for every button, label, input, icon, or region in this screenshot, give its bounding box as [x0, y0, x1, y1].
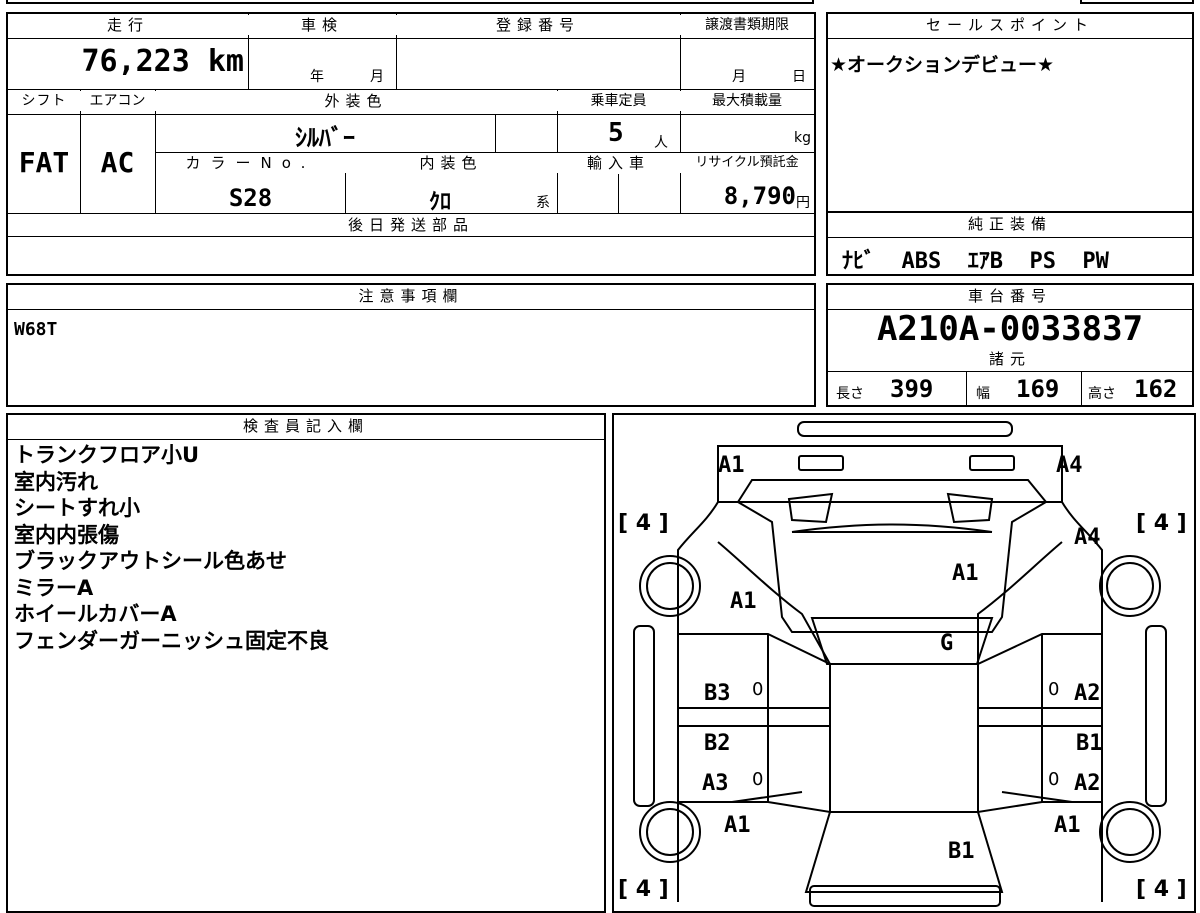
transfer-month-unit: 月	[732, 69, 746, 85]
zero-mark: 0	[1048, 679, 1060, 700]
inspector-notes: トランクフロア小U 室内汚れ シートすれ小 室内内張傷 ブラックアウトシール色あ…	[14, 442, 329, 654]
sales-point-label: セールスポイント	[828, 15, 1192, 35]
notes-box: 注意事項欄 W68T	[6, 283, 816, 407]
top-strip	[6, 0, 814, 4]
mark-front-door-right: A2	[1074, 681, 1101, 706]
zero-mark: 0	[752, 769, 764, 790]
mark-fender-right: A4	[1074, 525, 1101, 550]
chassis-box: 車台番号 A210A-0033837 諸元 長さ 399 幅 169 高さ 16…	[826, 283, 1194, 407]
inspector-line: ブラックアウトシール色あせ	[14, 549, 287, 573]
import-label: 輸入車	[557, 153, 680, 173]
mark-front-door-left: B3	[704, 681, 731, 706]
color-no-label: カラーNo.	[156, 153, 345, 173]
mark-rear-door-right-2: A2	[1074, 771, 1101, 796]
tire-bottom-right: [ 4 ]	[1136, 877, 1187, 902]
interior-color-value: ｸﾛ	[428, 190, 451, 215]
equipment-text: ﾅﾋﾞ ABS ｴｱB PS PW	[842, 249, 1109, 274]
vehicle-info-table: 走行 車検 登録番号 譲渡書類期限 76,223 km 年 月 月 日 シフト …	[6, 12, 816, 276]
equipment-box: 純正装備 ﾅﾋﾞ ABS ｴｱB PS PW	[826, 211, 1194, 276]
capacity-value: 5	[608, 118, 624, 148]
mark-rear-right: A1	[1054, 813, 1081, 838]
car-diagram-box: A1 A4 A4 A1 A1 G B3 0 A2 0 B2 A3 0 B1 A2…	[612, 413, 1196, 913]
inspector-line: ホイールカバーA	[14, 602, 177, 626]
registration-label: 登録番号	[396, 15, 680, 35]
inspector-line: 室内汚れ	[14, 469, 98, 494]
transfer-day-unit: 日	[792, 69, 806, 85]
shift-value: FAT	[18, 146, 70, 179]
mark-rear-left: A1	[724, 813, 751, 838]
capacity-unit: 人	[654, 135, 668, 151]
length-value: 399	[890, 375, 934, 403]
top-strip-right	[1080, 0, 1194, 4]
mark-front-left: A1	[718, 453, 745, 478]
mark-fender-left: A1	[730, 589, 757, 614]
zero-mark: 0	[1048, 769, 1060, 790]
tire-top-right: [ 4 ]	[1136, 511, 1187, 536]
width-label: 幅	[976, 386, 990, 402]
inspector-line: 室内内張傷	[14, 522, 119, 547]
max-load-label: 最大積載量	[680, 91, 814, 111]
shift-label: シフト	[8, 91, 80, 111]
tire-bottom-left: [ 4 ]	[618, 877, 669, 902]
width-value: 169	[1016, 375, 1060, 403]
height-label: 高さ	[1088, 386, 1116, 402]
exterior-color-value: ｼﾙﾊﾞｰ	[295, 124, 355, 152]
transfer-deadline-label: 譲渡書類期限	[680, 15, 814, 35]
interior-color-suffix: 系	[536, 195, 550, 211]
specs-label: 諸元	[828, 349, 1192, 369]
max-load-unit: kg	[794, 130, 811, 146]
inspector-line: フェンダーガーニッシュ固定不良	[14, 628, 329, 653]
mark-rear-door-left-1: B2	[704, 731, 731, 756]
shaken-month-unit: 月	[370, 69, 384, 85]
mark-rear: B1	[948, 839, 975, 864]
chassis-label: 車台番号	[828, 286, 1192, 306]
tire-top-left: [ 4 ]	[618, 511, 669, 536]
exterior-color-label: 外装色	[155, 91, 557, 111]
recycle-label: リサイクル預託金	[680, 153, 814, 173]
length-label: 長さ	[836, 386, 864, 402]
inspector-line: ミラーA	[14, 575, 94, 600]
equipment-label: 純正装備	[828, 214, 1192, 234]
interior-color-label: 内装色	[345, 153, 557, 173]
mark-windshield: G	[940, 631, 954, 656]
mark-front-right: A4	[1056, 453, 1083, 478]
later-parts-label: 後日発送部品	[8, 215, 814, 235]
sales-point-text: ★オークションデビュー★	[830, 54, 1055, 76]
inspector-line: トランクフロア小U	[14, 443, 200, 467]
inspector-line: シートすれ小	[14, 496, 140, 520]
notes-text: W68T	[14, 319, 58, 340]
shaken-label: 車検	[248, 15, 396, 35]
mark-rear-door-right-1: B1	[1076, 731, 1103, 756]
recycle-unit: 円	[796, 195, 810, 211]
color-no-value: S28	[228, 184, 273, 212]
inspector-box: 検査員記入欄 トランクフロア小U 室内汚れ シートすれ小 室内内張傷 ブラックア…	[6, 413, 606, 913]
notes-label: 注意事項欄	[8, 286, 814, 306]
height-value: 162	[1134, 375, 1178, 403]
ac-value: AC	[100, 146, 135, 179]
car-diagram	[633, 421, 1167, 907]
chassis-number: A210A-0033837	[876, 309, 1144, 349]
zero-mark: 0	[752, 679, 764, 700]
mileage-label: 走行	[8, 15, 248, 35]
mark-rear-door-left-2: A3	[702, 771, 729, 796]
sales-point-box: セールスポイント ★オークションデビュー★	[826, 12, 1194, 213]
mark-bonnet: A1	[952, 561, 979, 586]
inspector-label: 検査員記入欄	[8, 416, 604, 436]
capacity-label: 乗車定員	[557, 91, 680, 111]
ac-label: エアコン	[80, 91, 155, 111]
shaken-year-unit: 年	[310, 69, 324, 85]
mileage-value: 76,223 km	[81, 44, 244, 79]
recycle-value: 8,790	[723, 182, 796, 210]
